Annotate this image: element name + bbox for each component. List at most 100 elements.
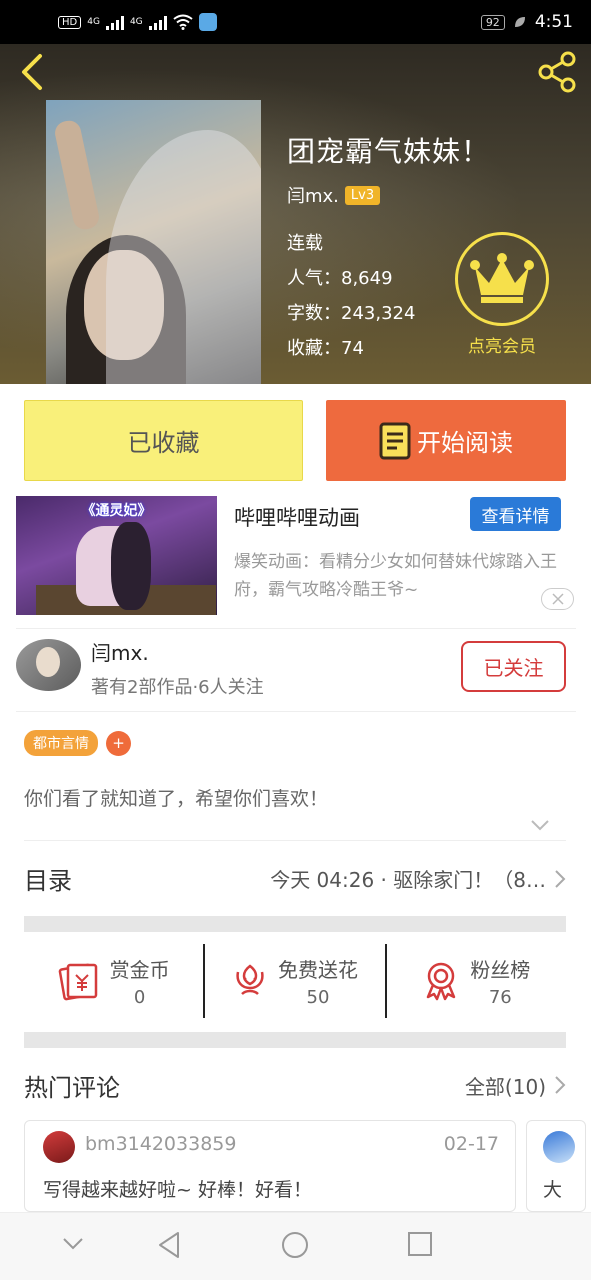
cover-veil: [106, 130, 261, 384]
system-nav-bar: [0, 1212, 591, 1280]
red-envelope-icon: [58, 963, 97, 1001]
book-cover-image[interactable]: [46, 100, 261, 384]
chevron-down-icon[interactable]: [62, 1237, 84, 1251]
share-icon[interactable]: [535, 50, 579, 94]
popularity-value: 8,649: [341, 268, 393, 289]
all-comments-link[interactable]: 全部(10): [465, 1071, 546, 1100]
coin-label: 赏金币: [109, 958, 170, 982]
author-card[interactable]: 闫mx. 著有2部作品·6人关注 已关注: [16, 628, 576, 712]
avatar: [543, 1131, 575, 1163]
section-divider: [24, 916, 566, 932]
battery-icon: 92: [480, 14, 505, 30]
hd-badge: HD: [58, 15, 82, 29]
hot-comments-header: 热门评论 全部(10): [24, 1050, 566, 1120]
coin-reward-button[interactable]: 赏金币 0: [24, 944, 203, 1018]
home-circle-icon[interactable]: [281, 1231, 309, 1259]
clock: 4:51: [534, 12, 573, 32]
hot-comments-title: 热门评论: [24, 1073, 120, 1102]
book-intro: 你们看了就知道了，希望你们喜欢！: [24, 788, 329, 810]
cover-figure-hand: [52, 118, 102, 232]
start-reading-button[interactable]: 开始阅读: [326, 400, 566, 481]
words-value: 243,324: [341, 303, 416, 324]
ad-description: 爆笑动画：看精分少女如何替妹代嫁踏入王府，霸气攻略冷酷王爷~: [234, 552, 557, 600]
toc-title: 目录: [24, 867, 72, 895]
author-name[interactable]: 闫mx.: [287, 182, 339, 208]
flower-label: 免费送花: [277, 958, 358, 982]
comment-username: bm3142033859: [85, 1133, 237, 1155]
author-card-name: 闫mx.: [91, 641, 149, 665]
ad-thumbnail[interactable]: 《通灵妃》: [16, 496, 217, 615]
level-badge: Lv3: [344, 185, 381, 205]
comment-text: 写得越来越好啦~ 好棒！好看！: [43, 1179, 312, 1201]
favorites-row: 收藏： 74: [287, 331, 415, 366]
book-title: 团宠霸气妹妹！: [287, 135, 491, 168]
app-notification-icon: [198, 13, 217, 31]
book-icon: [379, 422, 411, 459]
tag-chip[interactable]: 都市言情: [24, 730, 98, 756]
fan-ranking-button[interactable]: 粉丝榜 76: [384, 944, 566, 1018]
fan-label: 粉丝榜: [470, 958, 531, 982]
vip-button[interactable]: 点亮会员: [455, 232, 549, 357]
favorited-button[interactable]: 已收藏: [24, 400, 303, 481]
medal-icon: [427, 962, 456, 1001]
flower-value: 50: [306, 987, 330, 1008]
crown-icon: [470, 253, 534, 303]
tag-list: 都市言情 +: [24, 730, 131, 756]
status-bar: HD 4G 4G 92 4:51: [0, 0, 591, 44]
network-label-2: 4G: [129, 17, 143, 27]
popularity-label: 人气：: [287, 268, 341, 289]
send-flower-button[interactable]: 免费送花 50: [203, 944, 384, 1018]
signal-icon: [105, 14, 124, 30]
coin-stat: 赏金币 0: [110, 954, 170, 1008]
recent-apps-icon[interactable]: [407, 1231, 433, 1257]
ad-banner[interactable]: 《通灵妃》 哔哩哔哩动画 查看详情 爆笑动画：看精分少女如何替妹代嫁踏入王府，霸…: [16, 496, 576, 616]
back-triangle-icon[interactable]: [156, 1231, 182, 1259]
words-label: 字数：: [287, 303, 341, 324]
reward-stats: 赏金币 0 免费送花 50 粉丝榜 76: [24, 944, 566, 1018]
fan-stat: 粉丝榜 76: [470, 954, 530, 1008]
leaf-icon: [514, 17, 525, 27]
flower-stat: 免费送花 50: [278, 954, 358, 1008]
book-meta: 连载 人气： 8,649 字数： 243,324 收藏： 74: [287, 226, 415, 366]
status-row: 连载: [287, 226, 415, 261]
chevron-right-icon[interactable]: [554, 1075, 566, 1095]
add-tag-button[interactable]: +: [106, 730, 131, 756]
words-row: 字数： 243,324: [287, 296, 415, 331]
status-left: HD 4G 4G: [58, 13, 217, 31]
comment-text: 大: [543, 1179, 563, 1201]
comment-card[interactable]: bm3142033859 02-17 写得越来越好啦~ 好棒！好看！: [24, 1120, 516, 1212]
comment-card-2[interactable]: 大: [526, 1120, 586, 1212]
network-label-1: 4G: [87, 17, 100, 27]
ad-detail-button[interactable]: 查看详情: [470, 497, 561, 531]
vip-label: 点亮会员: [468, 337, 536, 357]
coin-value: 0: [133, 987, 146, 1008]
followed-button[interactable]: 已关注: [461, 641, 566, 692]
ad-thumb-title: 《通灵妃》: [81, 503, 152, 519]
comment-date: 02-17: [443, 1133, 499, 1155]
vip-badge: [455, 232, 549, 326]
popularity-row: 人气： 8,649: [287, 261, 415, 296]
author-card-subtitle: 著有2部作品·6人关注: [91, 677, 264, 698]
signal-icon-2: [148, 14, 167, 30]
fan-value: 76: [488, 987, 512, 1008]
section-divider-2: [24, 1032, 566, 1048]
ad-thumb-figure-2: [111, 522, 151, 610]
close-icon: [551, 593, 564, 605]
book-hero: 团宠霸气妹妹！ 闫mx. Lv3 连载 人气： 8,649 字数： 243,324 …: [0, 44, 591, 384]
status-right: 92 4:51: [480, 12, 573, 32]
wifi-icon: [173, 14, 193, 30]
chevron-down-icon[interactable]: [530, 818, 550, 832]
author-line: 闫mx. Lv3: [287, 182, 381, 208]
ad-close-button[interactable]: [541, 588, 574, 610]
ad-app-name: 哔哩哔哩动画: [234, 506, 360, 530]
chevron-right-icon: [555, 869, 566, 888]
latest-chapter: 今天 04:26 · 驱除家门！（8…: [270, 868, 546, 892]
favorites-label: 收藏：: [287, 338, 341, 359]
start-reading-label: 开始阅读: [417, 429, 513, 457]
flower-icon: [236, 964, 264, 995]
favorites-value: 74: [341, 338, 364, 359]
avatar[interactable]: [16, 639, 81, 691]
table-of-contents-row[interactable]: 目录 今天 04:26 · 驱除家门！（8…: [24, 840, 566, 916]
serial-status: 连载: [287, 233, 323, 254]
back-arrow-icon[interactable]: [16, 52, 52, 92]
